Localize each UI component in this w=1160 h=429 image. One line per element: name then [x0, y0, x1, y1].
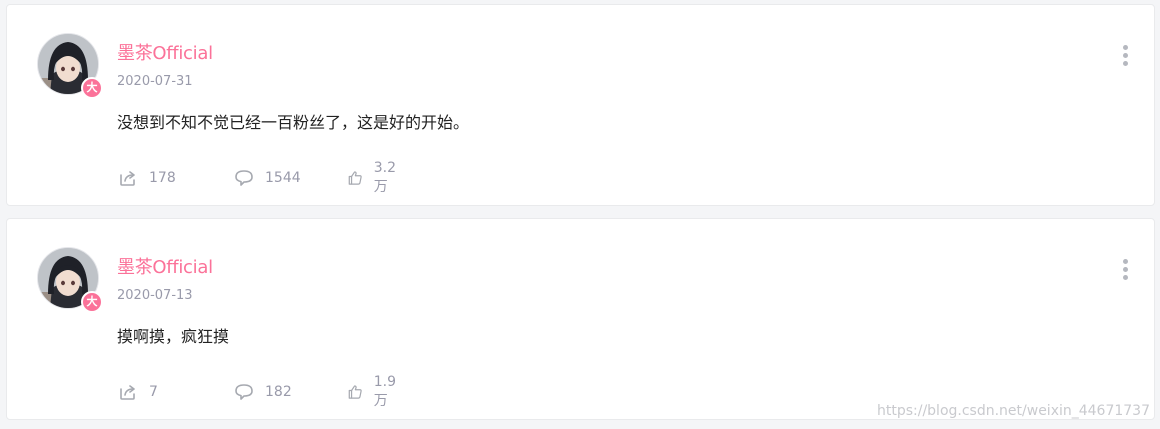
comment-button[interactable]: 1544	[233, 167, 301, 189]
avatar[interactable]: 大	[37, 247, 103, 313]
comment-icon	[235, 384, 253, 400]
like-button[interactable]: 3.2万	[347, 160, 401, 195]
comment-count: 182	[265, 384, 292, 400]
verified-badge: 大	[81, 77, 103, 99]
comment-button[interactable]: 182	[233, 381, 292, 403]
share-icon	[120, 171, 135, 186]
share-icon	[120, 385, 135, 400]
verified-badge: 大	[81, 291, 103, 313]
avatar[interactable]: 大	[37, 33, 103, 99]
post-card: 大 墨茶Official 2020-07-13 摸啊摸，疯狂摸 7 182 1.…	[6, 218, 1155, 420]
more-vertical-icon[interactable]	[1120, 45, 1130, 69]
share-count: 7	[149, 384, 158, 400]
author-name[interactable]: 墨茶Official	[117, 253, 213, 279]
post-content: 摸啊摸，疯狂摸	[117, 327, 230, 346]
post-content: 没想到不知不觉已经一百粉丝了，这是好的开始。	[117, 113, 470, 132]
like-count: 1.9万	[373, 374, 396, 409]
post-date[interactable]: 2020-07-13	[117, 288, 193, 303]
more-vertical-icon[interactable]	[1120, 259, 1130, 283]
post-date[interactable]: 2020-07-31	[117, 74, 193, 89]
watermark: https://blog.csdn.net/weixin_44671737	[876, 403, 1150, 419]
share-button[interactable]: 7	[117, 381, 158, 403]
comment-count: 1544	[265, 170, 301, 186]
share-button[interactable]: 178	[117, 167, 176, 189]
like-count: 3.2万	[373, 160, 396, 195]
comment-icon	[235, 170, 253, 186]
share-count: 178	[149, 170, 176, 186]
thumbs-up-icon	[348, 171, 362, 185]
author-name[interactable]: 墨茶Official	[117, 39, 213, 65]
thumbs-up-icon	[348, 385, 362, 399]
like-button[interactable]: 1.9万	[347, 374, 401, 409]
post-card: 大 墨茶Official 2020-07-31 没想到不知不觉已经一百粉丝了，这…	[6, 4, 1155, 206]
